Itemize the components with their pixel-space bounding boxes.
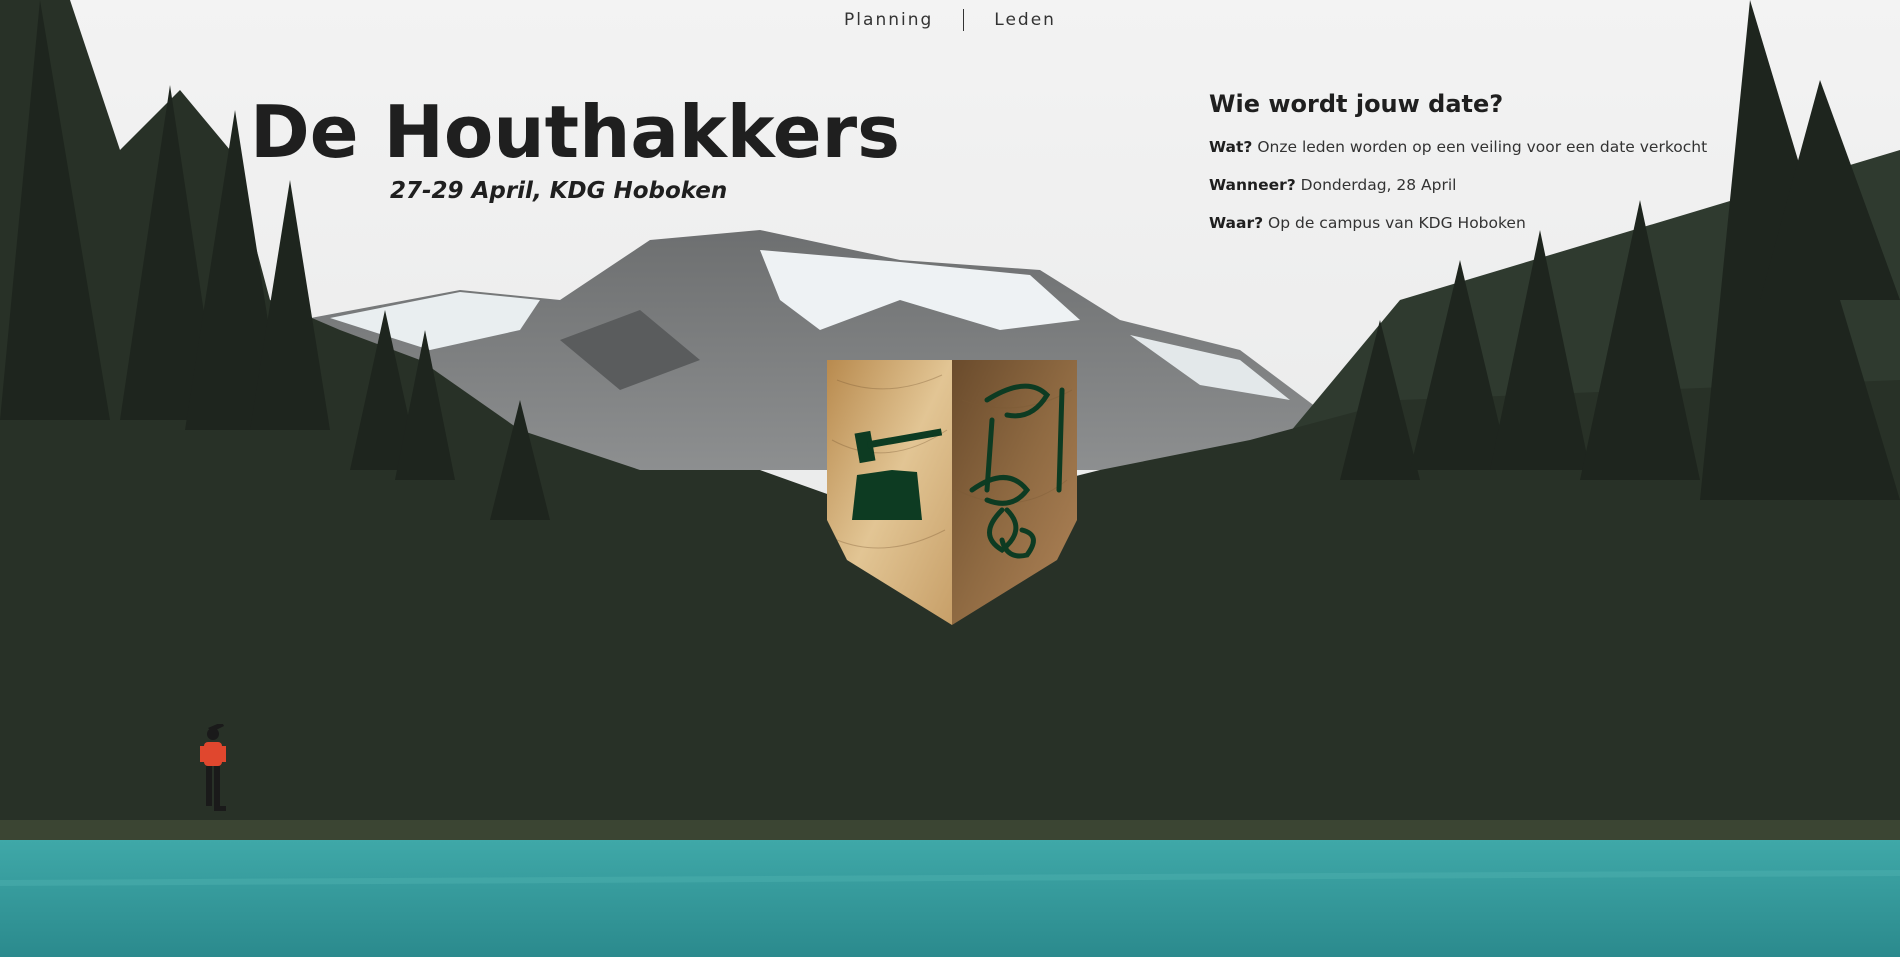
- nav-leden-link[interactable]: Leden: [964, 10, 1086, 30]
- info-text-waar: Op de campus van KDG Hoboken: [1263, 214, 1526, 232]
- info-heading: Wie wordt jouw date?: [1209, 90, 1504, 118]
- info-text-wanneer: Donderdag, 28 April: [1295, 176, 1457, 194]
- info-text-wat: Onze leden worden op een veiling voor ee…: [1252, 138, 1708, 156]
- info-label-wat: Wat?: [1209, 138, 1253, 156]
- hero-page: Planning Leden De Houthakkers 27-29 Apri…: [0, 0, 1900, 957]
- lumberjack-figure-icon: [200, 724, 226, 811]
- info-label-wanneer: Wanneer?: [1209, 176, 1296, 194]
- info-row-waar: Waar? Op de campus van KDG Hoboken: [1209, 212, 1769, 234]
- info-row-wat: Wat? Onze leden worden op een veiling vo…: [1209, 136, 1769, 158]
- nav-planning-link[interactable]: Planning: [814, 10, 963, 30]
- info-row-wanneer: Wanneer? Donderdag, 28 April: [1209, 174, 1769, 196]
- event-date-location: 27-29 April, KDG Hoboken: [390, 178, 728, 204]
- page-title: De Houthakkers: [250, 90, 900, 174]
- top-nav: Planning Leden: [0, 0, 1900, 40]
- date-info-section: Wie wordt jouw date? Wat? Onze leden wor…: [1209, 90, 1769, 250]
- shield-crest-icon: [827, 360, 1077, 625]
- info-label-waar: Waar?: [1209, 214, 1264, 232]
